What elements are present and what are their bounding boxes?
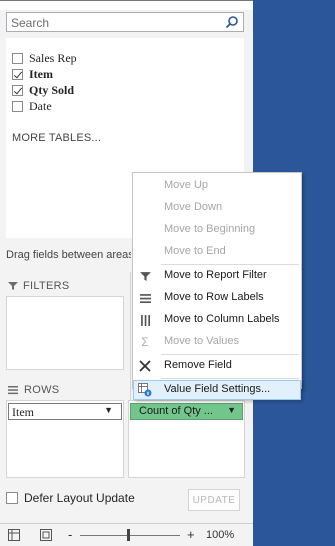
more-tables-link[interactable]: MORE TABLES... (12, 132, 101, 144)
menu-item-label: Move to Column Labels (164, 313, 280, 325)
drag-fields-hint: Drag fields between areas below: (6, 249, 131, 261)
top-strip (0, 0, 253, 10)
zoom-in-button[interactable]: + (187, 527, 195, 542)
menu-item-move-to-beginning[interactable]: Move to Beginning (133, 219, 301, 241)
menu-item-label: Move to Report Filter (164, 269, 267, 281)
menu-item-label: Move to Row Labels (164, 291, 264, 303)
menu-item-move-to-end[interactable]: Move to End (133, 241, 301, 263)
field-item[interactable]: Item (12, 66, 53, 82)
field-label: Item (29, 66, 53, 81)
zoom-slider-track[interactable] (80, 535, 180, 536)
field-checkbox[interactable] (12, 52, 23, 64)
filter-icon (8, 282, 18, 290)
value-settings-icon (137, 382, 153, 398)
menu-item-move-to-column-labels[interactable]: Move to Column Labels (133, 309, 301, 331)
values-field-item[interactable]: Count of Qty ... ▼ (130, 403, 243, 420)
defer-layout-update[interactable]: Defer Layout Update (6, 491, 135, 505)
field-label: Qty Sold (29, 82, 75, 97)
menu-item-move-to-row-labels[interactable]: Move to Row Labels (133, 287, 301, 309)
field-checkbox[interactable] (12, 68, 23, 80)
field-sales-rep[interactable]: Sales Rep (12, 50, 77, 66)
rows-icon (8, 386, 18, 395)
search-placeholder: Search (11, 16, 50, 30)
menu-separator (161, 378, 299, 379)
rows-field-label: Item (12, 405, 34, 419)
chevron-down-icon[interactable]: ▼ (104, 405, 113, 415)
field-checkbox[interactable] (12, 100, 23, 112)
update-button[interactable]: UPDATE (188, 489, 240, 511)
menu-item-move-to-report-filter[interactable]: Move to Report Filter (133, 265, 301, 287)
search-input[interactable]: Search (6, 12, 244, 32)
zoom-percent[interactable]: 100% (206, 529, 234, 541)
rows-area-header: ROWS (8, 384, 59, 396)
remove-x-icon (137, 358, 153, 374)
filter-icon (137, 268, 153, 284)
menu-item-label: Move to Beginning (164, 223, 256, 235)
sigma-icon: Σ (141, 335, 149, 349)
menu-item-value-field-settings[interactable]: Value Field Settings... (133, 380, 301, 400)
menu-item-move-to-values[interactable]: Σ Move to Values (133, 331, 301, 353)
menu-item-label: Value Field Settings... (164, 383, 271, 395)
rows-icon (137, 290, 153, 306)
field-qty-sold[interactable]: Qty Sold (12, 82, 74, 98)
values-field-label: Count of Qty ... (139, 405, 213, 417)
field-label: Sales Rep (29, 50, 77, 65)
menu-item-move-down[interactable]: Move Down (133, 197, 301, 219)
context-menu: Move Up Move Down Move to Beginning Move… (132, 172, 302, 389)
status-bar: - + 100% (0, 523, 253, 546)
field-date[interactable]: Date (12, 98, 52, 114)
filters-drop-area[interactable] (6, 296, 124, 370)
field-checkbox[interactable] (12, 84, 23, 96)
defer-label: Defer Layout Update (24, 491, 135, 505)
menu-item-move-up[interactable]: Move Up (133, 175, 301, 197)
rows-label: ROWS (24, 384, 60, 396)
page-layout-icon[interactable] (40, 529, 52, 541)
field-label: Date (29, 98, 52, 113)
filters-label: FILTERS (23, 280, 70, 292)
columns-icon (137, 312, 153, 328)
menu-item-label: Move to End (164, 245, 226, 257)
top-border (0, 0, 253, 1)
filters-area-header: FILTERS (8, 280, 70, 292)
defer-checkbox[interactable] (6, 492, 18, 504)
rows-field-item[interactable]: Item ▼ (8, 403, 122, 420)
zoom-slider-thumb[interactable] (127, 529, 130, 541)
normal-view-icon[interactable] (8, 529, 20, 541)
menu-item-label: Remove Field (164, 359, 232, 371)
chevron-down-icon[interactable]: ▼ (227, 405, 236, 415)
search-icon[interactable] (225, 15, 239, 29)
menu-item-label: Move Up (164, 179, 209, 191)
menu-item-label: Move Down (164, 201, 223, 213)
menu-item-remove-field[interactable]: Remove Field (133, 355, 301, 377)
zoom-out-button[interactable]: - (68, 527, 72, 542)
menu-item-label: Move to Values (164, 335, 240, 347)
